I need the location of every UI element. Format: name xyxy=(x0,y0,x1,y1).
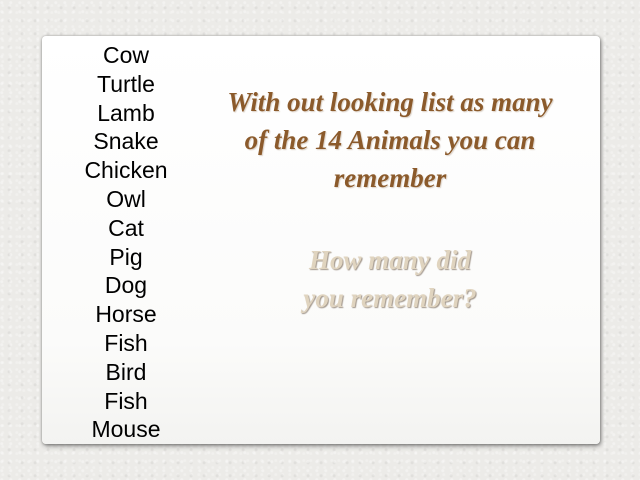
question-text: How many did you remember? xyxy=(240,241,540,317)
animal-item: Bird xyxy=(105,358,147,385)
animal-item: Horse xyxy=(95,301,157,328)
instruction-line: of the 14 Animals you can xyxy=(244,125,536,155)
instruction-text: With out looking list as many of the 14 … xyxy=(180,83,600,197)
animal-item: Fish xyxy=(104,387,148,414)
animal-item: Lamb xyxy=(97,99,155,126)
instruction-line: With out looking list as many xyxy=(227,87,553,117)
animal-item: Cat xyxy=(108,214,144,241)
animal-item: Turtle xyxy=(97,70,155,97)
animal-item: Mouse xyxy=(91,416,161,443)
animal-item: Chicken xyxy=(84,157,168,184)
animal-item: Pig xyxy=(109,243,143,270)
question-line: you remember? xyxy=(303,283,477,313)
animal-item: Fish xyxy=(104,329,148,356)
instruction-line: remember xyxy=(333,163,447,193)
animal-list: Cow Turtle Lamb Snake Chicken Owl Cat Pi… xyxy=(68,41,184,444)
animal-item: Cow xyxy=(102,42,149,68)
animal-item: Owl xyxy=(106,185,146,212)
question-line: How many did xyxy=(308,245,471,275)
animal-item: Dog xyxy=(104,272,148,299)
animal-item: Snake xyxy=(93,128,159,155)
